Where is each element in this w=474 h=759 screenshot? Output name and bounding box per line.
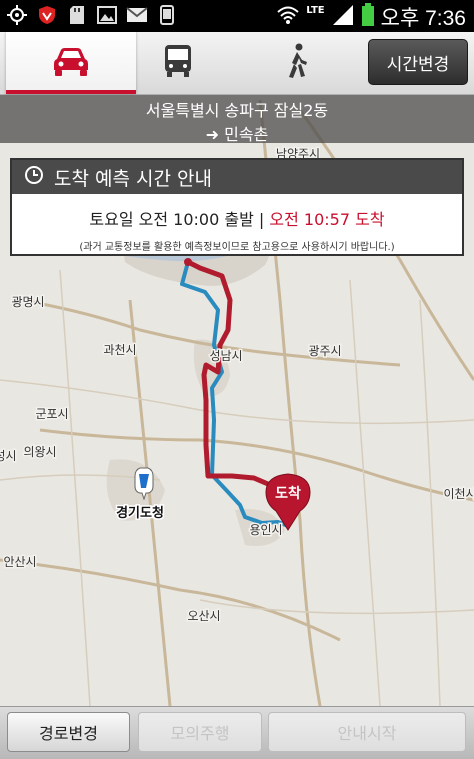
place-label: 의왕시: [23, 445, 56, 459]
gmail-icon: [126, 4, 148, 26]
place-label: 광주시: [308, 344, 341, 358]
clock-icon: [24, 165, 44, 190]
eta-card: 도착 예측 시간 안내 토요일 오전 10:00 출발 | 오전 10:57 도…: [10, 158, 464, 256]
status-bar: LTE 오후 7:36: [0, 0, 474, 32]
wifi-icon: [276, 5, 300, 29]
route-destination: ➜ 민속촌: [205, 125, 269, 144]
eta-times: 토요일 오전 10:00 출발 | 오전 10:57 도착: [12, 206, 462, 230]
place-label: 성남시: [209, 349, 242, 363]
network-type: LTE: [306, 4, 325, 16]
sd-card-icon: [66, 4, 88, 26]
place-label: 광명시: [11, 295, 44, 309]
battery-icon: [361, 3, 375, 31]
status-indicators: LTE 오후 7:36: [276, 2, 466, 32]
eta-header: 도착 예측 시간 안내: [12, 160, 462, 194]
place-label: 오산시: [187, 609, 220, 623]
place-label: 화성시: [0, 449, 17, 463]
destination-label: 도착: [275, 485, 301, 502]
phone-icon: [156, 4, 178, 26]
clock: 오후 7:36: [380, 7, 466, 30]
bottom-action-bar: 경로변경 모의주행 안내시작: [0, 706, 474, 759]
route-summary: 서울특별시 송파구 잠실2동 ➜ 민속촌: [0, 95, 474, 144]
tab-walk[interactable]: [232, 32, 362, 94]
bus-icon: [163, 44, 193, 82]
route-origin: 서울특별시 송파구 잠실2동: [145, 101, 329, 120]
transport-mode-tabs: 시간변경: [0, 32, 474, 95]
place-label: 용인시: [249, 523, 282, 537]
eta-disclaimer: (과거 교통정보를 활용한 예측정보이므로 참고용으로 사용하시기 바랍니다.): [79, 242, 395, 253]
image-icon: [96, 4, 118, 26]
gps-icon: [6, 4, 28, 26]
vaccine-app-icon: [36, 4, 58, 26]
eta-separator: |: [258, 210, 265, 229]
walk-icon: [283, 43, 311, 83]
notification-icons: [6, 4, 178, 26]
poi-label: 경기도청: [116, 505, 164, 521]
time-change-button[interactable]: 시간변경: [368, 39, 468, 85]
place-label: 과천시: [103, 342, 136, 357]
change-route-button[interactable]: 경로변경: [7, 712, 130, 752]
tab-bus[interactable]: [113, 32, 243, 94]
start-guidance-button[interactable]: 안내시작: [268, 712, 466, 752]
signal-icon: [331, 4, 355, 30]
place-label: 군포시: [35, 407, 68, 421]
place-label: 안산시: [3, 555, 36, 569]
car-icon: [51, 45, 91, 81]
arrival-time: 오전 10:57 도착: [269, 210, 385, 229]
departure-time: 토요일 오전 10:00 출발: [89, 210, 254, 229]
simulate-drive-button[interactable]: 모의주행: [138, 712, 262, 752]
eta-title: 도착 예측 시간 안내: [54, 167, 212, 190]
place-label: 이천시: [443, 486, 474, 501]
